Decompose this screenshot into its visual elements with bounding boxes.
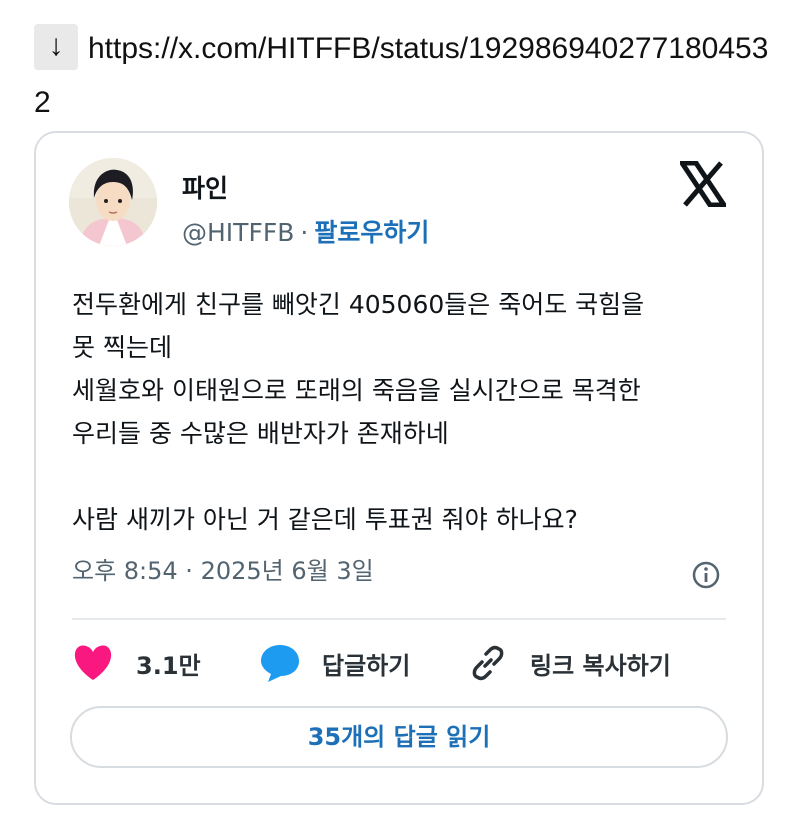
reply-button[interactable]: 답글하기 (260, 638, 410, 688)
status-url[interactable]: https://x.com/HITFFB/status/192986940277… (34, 32, 768, 119)
author-name[interactable]: 파인 (182, 169, 228, 205)
avatar[interactable] (69, 158, 157, 246)
link-icon (472, 645, 504, 681)
read-replies-button[interactable]: 35개의 답글 읽기 (70, 706, 728, 768)
tweet-line: 세월호와 이태원으로 또래의 죽음을 실시간으로 목격한 (72, 376, 641, 405)
tweet-line: 못 찍는데 (72, 333, 172, 362)
tweet-timestamp[interactable]: 오후 8:54 · 2025년 6월 3일 (72, 551, 374, 586)
copy-link-button[interactable]: 링크 복사하기 (468, 638, 671, 688)
handle-row: @HITFFB · 팔로우하기 (182, 213, 429, 249)
reply-bubble-icon (261, 645, 299, 682)
tweet-line: 사람 새끼가 아닌 거 같은데 투표권 줘야 하나요? (72, 505, 578, 534)
x-logo-icon[interactable] (677, 160, 729, 208)
follow-button[interactable]: 팔로우하기 (314, 218, 429, 247)
info-icon[interactable] (692, 561, 720, 589)
heart-icon (74, 645, 112, 680)
like-button[interactable]: 3.1만 (72, 638, 201, 688)
embedded-tweet-card[interactable]: 파인 @HITFFB · 팔로우하기 전두환에게 친구를 빼앗긴 405060들은 … (34, 131, 764, 805)
like-count: 3.1만 (136, 651, 201, 680)
tweet-line: 우리들 중 수많은 배반자가 존재하네 (72, 419, 449, 448)
link-line: ↓ https://x.com/HITFFB/status/19298694027… (34, 22, 774, 130)
tweet-body: 전두환에게 친구를 빼앗긴 405060들은 죽어도 국힘을 못 찍는데 세월호… (72, 283, 752, 541)
divider (72, 618, 726, 620)
tweet-blank-line (72, 455, 752, 498)
down-arrow-icon[interactable]: ↓ (34, 24, 78, 71)
author-handle[interactable]: @HITFFB (182, 218, 294, 247)
separator-dot: · (300, 218, 309, 247)
reply-label: 답글하기 (322, 651, 411, 680)
tweet-line: 전두환에게 친구를 빼앗긴 405060들은 죽어도 국힘을 (72, 290, 645, 319)
copy-link-label: 링크 복사하기 (530, 651, 671, 680)
action-bar: 3.1만 답글하기 링크 복사하기 (72, 638, 732, 688)
